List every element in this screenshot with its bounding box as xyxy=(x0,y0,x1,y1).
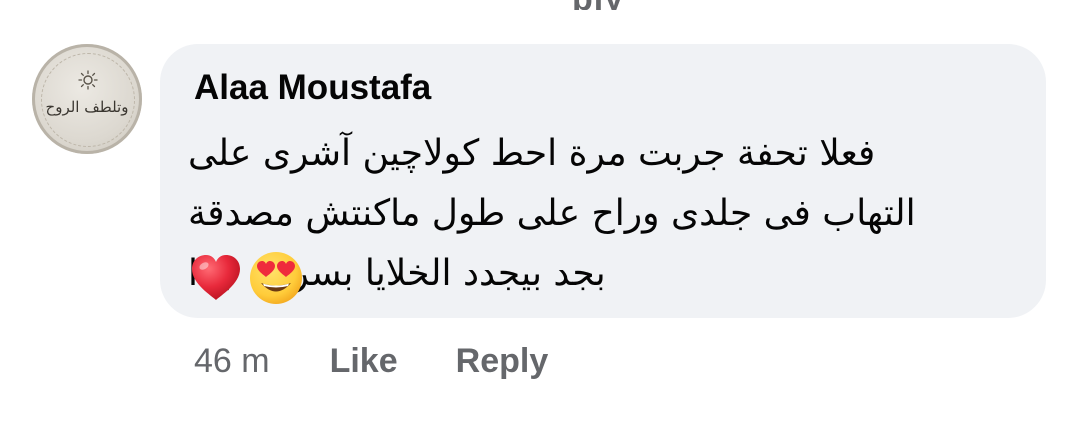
avatar-calligraphy: وتلطف الروح xyxy=(45,98,129,116)
comment-actions: 46 m Like Reply xyxy=(194,338,606,384)
avatar[interactable]: وتلطف الروح xyxy=(32,44,142,154)
previous-reply-link[interactable]: ply xyxy=(572,0,632,10)
comment-emojis xyxy=(190,250,310,306)
reply-button[interactable]: Reply xyxy=(456,342,549,381)
like-button[interactable]: Like xyxy=(330,342,398,381)
comment-line: التهاب فى جلدى وراح على طول ماكنتش مصدقة xyxy=(188,193,916,234)
heart-eyes-face-icon xyxy=(250,252,302,304)
comment-author-name[interactable]: Alaa Moustafa xyxy=(194,68,431,108)
comment-line: فعلا تحفة جربت مرة احط كولاچين آشرى على xyxy=(188,133,876,174)
comment-thread: ply وتلطف الروح Alaa Moustafa فعلا تحفة … xyxy=(0,0,1080,430)
comment-timestamp[interactable]: 46 m xyxy=(194,342,270,381)
comment-bubble: Alaa Moustafa فعلا تحفة جربت مرة احط كول… xyxy=(160,44,1046,318)
red-heart-icon xyxy=(192,255,240,300)
sun-icon xyxy=(78,70,98,90)
